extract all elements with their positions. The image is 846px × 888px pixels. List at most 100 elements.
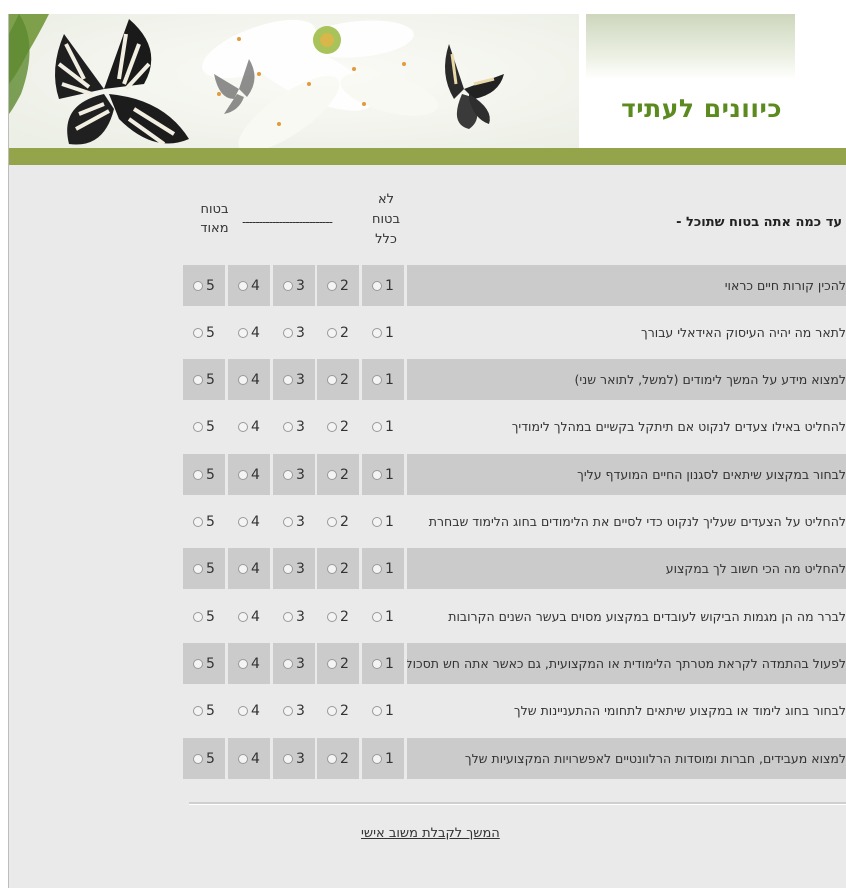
radio-button[interactable] — [193, 374, 204, 385]
radio-button[interactable] — [283, 469, 294, 480]
radio-button[interactable] — [327, 374, 338, 385]
radio-button[interactable] — [193, 280, 204, 291]
radio-button[interactable] — [238, 705, 249, 716]
radio-button[interactable] — [372, 469, 383, 480]
radio-button[interactable] — [372, 753, 383, 764]
rating-option-3[interactable]: 3 — [273, 690, 315, 731]
radio-button[interactable] — [193, 563, 204, 574]
rating-option-1[interactable]: 1 — [362, 454, 404, 495]
radio-button[interactable] — [327, 753, 338, 764]
radio-button[interactable] — [238, 469, 249, 480]
rating-option-5[interactable]: 5 — [183, 690, 225, 731]
rating-option-1[interactable]: 1 — [362, 265, 404, 306]
rating-option-1[interactable]: 1 — [362, 738, 404, 779]
radio-button[interactable] — [238, 421, 249, 432]
rating-option-3[interactable]: 3 — [273, 359, 315, 400]
radio-button[interactable] — [372, 421, 383, 432]
radio-button[interactable] — [372, 280, 383, 291]
rating-option-5[interactable]: 5 — [183, 406, 225, 447]
radio-button[interactable] — [327, 469, 338, 480]
radio-button[interactable] — [327, 658, 338, 669]
rating-option-4[interactable]: 4 — [228, 359, 270, 400]
radio-button[interactable] — [327, 563, 338, 574]
rating-option-3[interactable]: 3 — [273, 312, 315, 353]
rating-option-2[interactable]: 2 — [317, 643, 359, 684]
radio-button[interactable] — [283, 705, 294, 716]
rating-option-5[interactable]: 5 — [183, 596, 225, 637]
rating-option-3[interactable]: 3 — [273, 406, 315, 447]
radio-button[interactable] — [327, 280, 338, 291]
rating-option-1[interactable]: 1 — [362, 548, 404, 589]
rating-option-1[interactable]: 1 — [362, 406, 404, 447]
rating-option-4[interactable]: 4 — [228, 596, 270, 637]
rating-option-4[interactable]: 4 — [228, 501, 270, 542]
radio-button[interactable] — [327, 327, 338, 338]
radio-button[interactable] — [193, 753, 204, 764]
rating-option-3[interactable]: 3 — [273, 454, 315, 495]
rating-option-2[interactable]: 2 — [317, 690, 359, 731]
rating-option-4[interactable]: 4 — [228, 312, 270, 353]
radio-button[interactable] — [193, 516, 204, 527]
rating-option-1[interactable]: 1 — [362, 359, 404, 400]
radio-button[interactable] — [283, 327, 294, 338]
radio-button[interactable] — [283, 374, 294, 385]
radio-button[interactable] — [327, 516, 338, 527]
radio-button[interactable] — [327, 705, 338, 716]
rating-option-2[interactable]: 2 — [317, 501, 359, 542]
radio-button[interactable] — [372, 658, 383, 669]
rating-option-4[interactable]: 4 — [228, 265, 270, 306]
rating-option-5[interactable]: 5 — [183, 454, 225, 495]
rating-option-5[interactable]: 5 — [183, 501, 225, 542]
radio-button[interactable] — [238, 327, 249, 338]
radio-button[interactable] — [193, 611, 204, 622]
radio-button[interactable] — [372, 705, 383, 716]
radio-button[interactable] — [238, 563, 249, 574]
rating-option-2[interactable]: 2 — [317, 596, 359, 637]
radio-button[interactable] — [238, 611, 249, 622]
radio-button[interactable] — [283, 421, 294, 432]
radio-button[interactable] — [327, 611, 338, 622]
rating-option-2[interactable]: 2 — [317, 359, 359, 400]
radio-button[interactable] — [327, 421, 338, 432]
rating-option-2[interactable]: 2 — [317, 548, 359, 589]
radio-button[interactable] — [238, 280, 249, 291]
rating-option-2[interactable]: 2 — [317, 312, 359, 353]
radio-button[interactable] — [372, 563, 383, 574]
rating-option-5[interactable]: 5 — [183, 643, 225, 684]
rating-option-1[interactable]: 1 — [362, 643, 404, 684]
radio-button[interactable] — [193, 469, 204, 480]
radio-button[interactable] — [283, 753, 294, 764]
rating-option-3[interactable]: 3 — [273, 265, 315, 306]
radio-button[interactable] — [193, 327, 204, 338]
rating-option-5[interactable]: 5 — [183, 265, 225, 306]
rating-option-4[interactable]: 4 — [228, 738, 270, 779]
radio-button[interactable] — [372, 611, 383, 622]
rating-option-1[interactable]: 1 — [362, 501, 404, 542]
radio-button[interactable] — [193, 421, 204, 432]
rating-option-4[interactable]: 4 — [228, 690, 270, 731]
rating-option-1[interactable]: 1 — [362, 312, 404, 353]
radio-button[interactable] — [238, 753, 249, 764]
rating-option-4[interactable]: 4 — [228, 454, 270, 495]
continue-feedback-link[interactable]: המשך לקבלת משוב אישי — [361, 826, 500, 841]
rating-option-2[interactable]: 2 — [317, 738, 359, 779]
radio-button[interactable] — [283, 611, 294, 622]
rating-option-3[interactable]: 3 — [273, 643, 315, 684]
radio-button[interactable] — [238, 516, 249, 527]
radio-button[interactable] — [283, 563, 294, 574]
radio-button[interactable] — [283, 516, 294, 527]
radio-button[interactable] — [372, 516, 383, 527]
radio-button[interactable] — [193, 705, 204, 716]
rating-option-4[interactable]: 4 — [228, 548, 270, 589]
rating-option-2[interactable]: 2 — [317, 265, 359, 306]
radio-button[interactable] — [238, 374, 249, 385]
radio-button[interactable] — [238, 658, 249, 669]
rating-option-5[interactable]: 5 — [183, 312, 225, 353]
rating-option-1[interactable]: 1 — [362, 596, 404, 637]
rating-option-5[interactable]: 5 — [183, 359, 225, 400]
rating-option-3[interactable]: 3 — [273, 596, 315, 637]
rating-option-3[interactable]: 3 — [273, 548, 315, 589]
rating-option-5[interactable]: 5 — [183, 548, 225, 589]
radio-button[interactable] — [372, 327, 383, 338]
rating-option-3[interactable]: 3 — [273, 501, 315, 542]
